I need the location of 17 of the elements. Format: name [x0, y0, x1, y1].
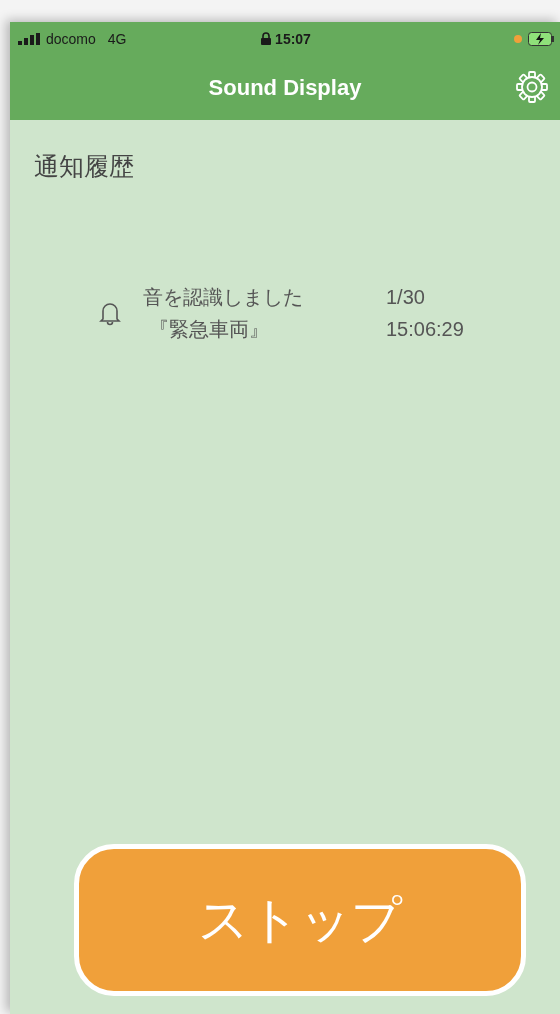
notification-time: 15:06:29 — [386, 317, 464, 342]
stop-button[interactable]: ストップ — [74, 844, 526, 996]
dot-icon — [514, 34, 522, 43]
carrier-name: docomo — [46, 30, 96, 47]
notification-date: 1/30 — [386, 285, 426, 310]
signal-icon — [18, 32, 40, 45]
settings-icon — [516, 71, 548, 103]
settings-button[interactable] — [514, 69, 550, 105]
notification-message: 音を認識しました — [143, 285, 304, 310]
bell-icon — [99, 300, 121, 326]
lock-icon — [261, 32, 272, 45]
network-type: 4G — [107, 30, 127, 47]
status-time: 15:07 — [275, 30, 311, 47]
sound-name: 『緊急車両』 — [149, 317, 270, 342]
section-title: 通知履歴 — [34, 151, 134, 182]
battery-icon — [528, 31, 554, 46]
app-title: Sound Display — [208, 74, 362, 101]
